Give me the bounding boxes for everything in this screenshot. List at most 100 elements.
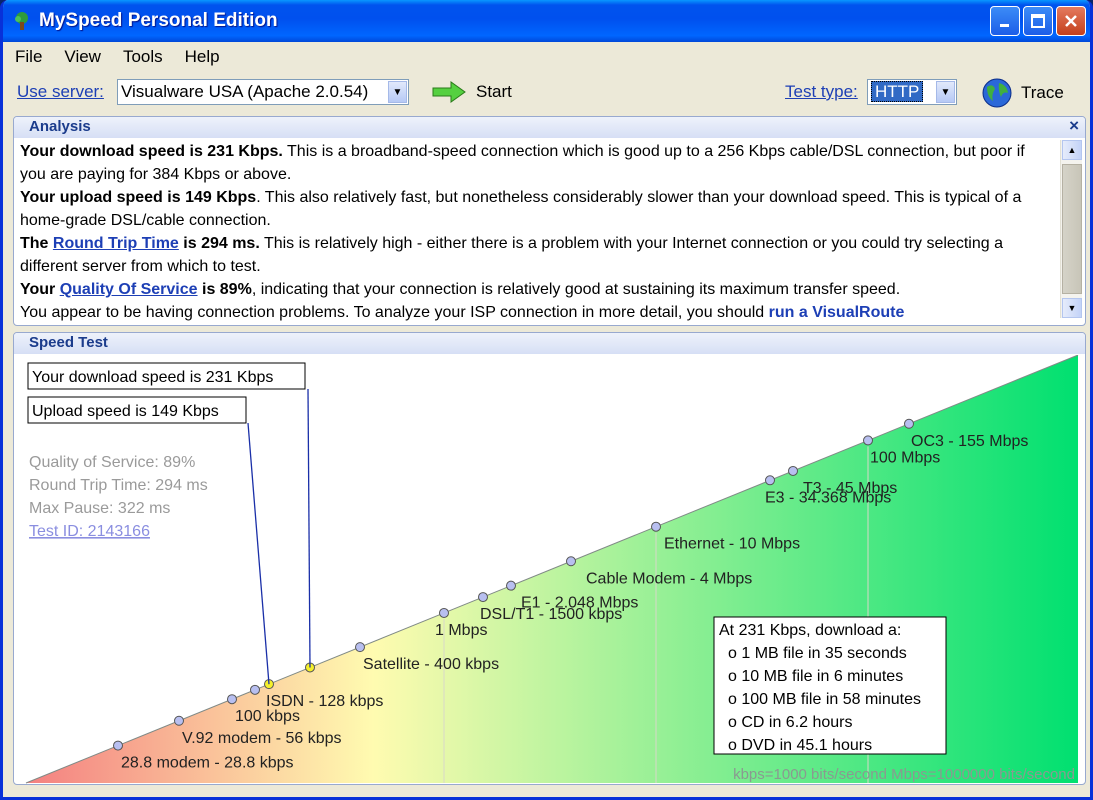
qos-stat: Quality of Service: 89% [29,454,195,471]
menu-tools[interactable]: Tools [111,47,173,67]
close-icon [1065,15,1077,27]
problems-text: You appear to be having connection probl… [20,304,769,321]
start-label: Start [476,82,512,101]
test-id-link[interactable]: Test ID: 2143166 [29,523,150,540]
maximize-button[interactable] [1023,6,1053,36]
minimize-icon [1000,24,1009,27]
download-time-item: o 1 MB file in 35 seconds [728,645,907,662]
server-select-value: Visualware USA (Apache 2.0.54) [121,82,369,101]
qos-analysis-prefix: Your [20,281,60,298]
menu-help[interactable]: Help [173,47,230,67]
upload-callout-line [247,422,270,685]
download-time-item: o 10 MB file in 6 minutes [728,668,903,685]
speed-marker-label: OC3 - 155 Mbps [911,433,1028,450]
close-button[interactable] [1056,6,1086,36]
speed-marker [439,607,449,618]
download-time-item: o DVD in 45.1 hours [728,737,872,754]
speed-marker-label: Cable Modem - 4 Mbps [586,570,752,587]
test-type-link[interactable]: Test type: [785,82,858,102]
speed-marker [788,465,798,476]
upload-callout-text: Upload speed is 149 Kbps [32,403,219,420]
download-callout-line [307,388,311,668]
analysis-header: Analysis × [14,117,1085,138]
chevron-down-icon[interactable]: ▼ [936,81,955,103]
analysis-panel: Analysis × Your download speed is 231 Kb… [13,116,1086,326]
round-trip-time-link[interactable]: Round Trip Time [53,235,179,252]
trace-button[interactable]: Trace [981,77,1064,109]
speed-marker [478,592,488,603]
qos-analysis: Your Quality Of Service is 89%, indicati… [20,278,1052,301]
analysis-title: Analysis [29,118,91,135]
speed-marker [174,715,184,726]
speed-marker [355,642,365,653]
speed-marker [250,684,260,695]
download-analysis-bold: Your download speed is 231 Kbps. [20,143,283,160]
menu-view[interactable]: View [52,47,111,67]
rtt-stat: Round Trip Time: 294 ms [29,477,208,494]
download-time-title: At 231 Kbps, download a: [719,622,901,639]
rtt-analysis-prefix: The [20,235,53,252]
upload-analysis-bold: Your upload speed is 149 Kbps [20,189,257,206]
download-time-item: o 100 MB file in 58 minutes [728,691,921,708]
speed-marker [904,418,914,429]
speed-marker-label: T3 - 45 Mbps [803,480,897,497]
maximize-icon [1031,14,1045,28]
speed-marker [765,475,775,486]
menu-file[interactable]: File [3,47,52,67]
scroll-thumb[interactable] [1062,164,1082,294]
speed-marker-label: 1 Mbps [435,622,487,639]
qos-analysis-text: , indicating that your connection is rel… [251,281,901,298]
rtt-analysis-bold: is 294 ms. [178,235,260,252]
speed-marker-label: ISDN - 128 kbps [266,693,383,710]
app-window: MySpeed Personal Edition File View Tools… [0,0,1093,800]
speed-marker [506,580,516,591]
download-time-item: o CD in 6.2 hours [728,714,853,731]
speed-marker-label: Satellite - 400 kbps [363,656,499,673]
app-logo-icon [11,10,33,32]
speed-marker [863,435,873,446]
title-bar[interactable]: MySpeed Personal Edition [3,0,1090,42]
speed-marker-label: Ethernet - 10 Mbps [664,536,800,553]
analysis-scrollbar[interactable]: ▲ ▼ [1060,140,1082,318]
use-server-link[interactable]: Use server: [17,82,104,102]
globe-icon [982,78,1012,108]
callout-lines [247,388,311,685]
analysis-text: Your download speed is 231 Kbps. This is… [20,140,1052,324]
arrow-right-icon [432,81,466,103]
minimize-button[interactable] [990,6,1020,36]
speed-marker-label: V.92 modem - 56 kbps [182,730,342,747]
speed-marker-label: 100 kbps [235,708,300,725]
speed-marker [113,740,123,751]
chevron-down-icon[interactable]: ▼ [388,81,407,103]
start-button[interactable]: Start [431,80,512,104]
speed-marker-label: 100 Mbps [870,449,940,466]
speed-test-header: Speed Test [14,333,1085,354]
window-title: MySpeed Personal Edition [39,10,278,31]
menu-bar: File View Tools Help [3,42,1090,72]
upload-analysis: Your upload speed is 149 Kbps. This also… [20,186,1052,232]
speed-marker [566,556,576,567]
test-type-select[interactable]: HTTP ▼ [867,79,957,105]
run-visualroute-link[interactable]: run a VisualRoute [769,304,905,321]
speed-marker-label: E1 - 2.048 Mbps [521,595,638,612]
speed-marker [227,694,237,705]
download-callout-text: Your download speed is 231 Kbps [32,369,273,386]
speed-marker-label: 28.8 modem - 28.8 kbps [121,755,294,772]
scroll-down-icon[interactable]: ▼ [1062,298,1082,318]
speed-marker [651,521,661,532]
speed-test-panel: Speed Test 28.8 modem - 28.8 kbps V.92 mo… [13,332,1086,785]
rtt-analysis: The Round Trip Time is 294 ms. This is r… [20,232,1052,278]
speed-chart: 28.8 modem - 28.8 kbps V.92 modem - 56 kb… [25,355,1079,784]
qos-analysis-bold: is 89% [197,281,252,298]
close-icon[interactable]: × [1069,117,1079,136]
scroll-up-icon[interactable]: ▲ [1062,140,1082,160]
download-analysis: Your download speed is 231 Kbps. This is… [20,140,1052,186]
test-type-value: HTTP [871,81,924,102]
speed-test-title: Speed Test [29,334,108,351]
max-pause-stat: Max Pause: 322 ms [29,500,170,517]
server-select[interactable]: Visualware USA (Apache 2.0.54) ▼ [117,79,409,105]
connection-problems-text: You appear to be having connection probl… [20,301,1052,324]
trace-label: Trace [1021,83,1064,102]
quality-of-service-link[interactable]: Quality Of Service [60,281,198,298]
toolbar: Use server: Visualware USA (Apache 2.0.5… [3,74,1090,112]
